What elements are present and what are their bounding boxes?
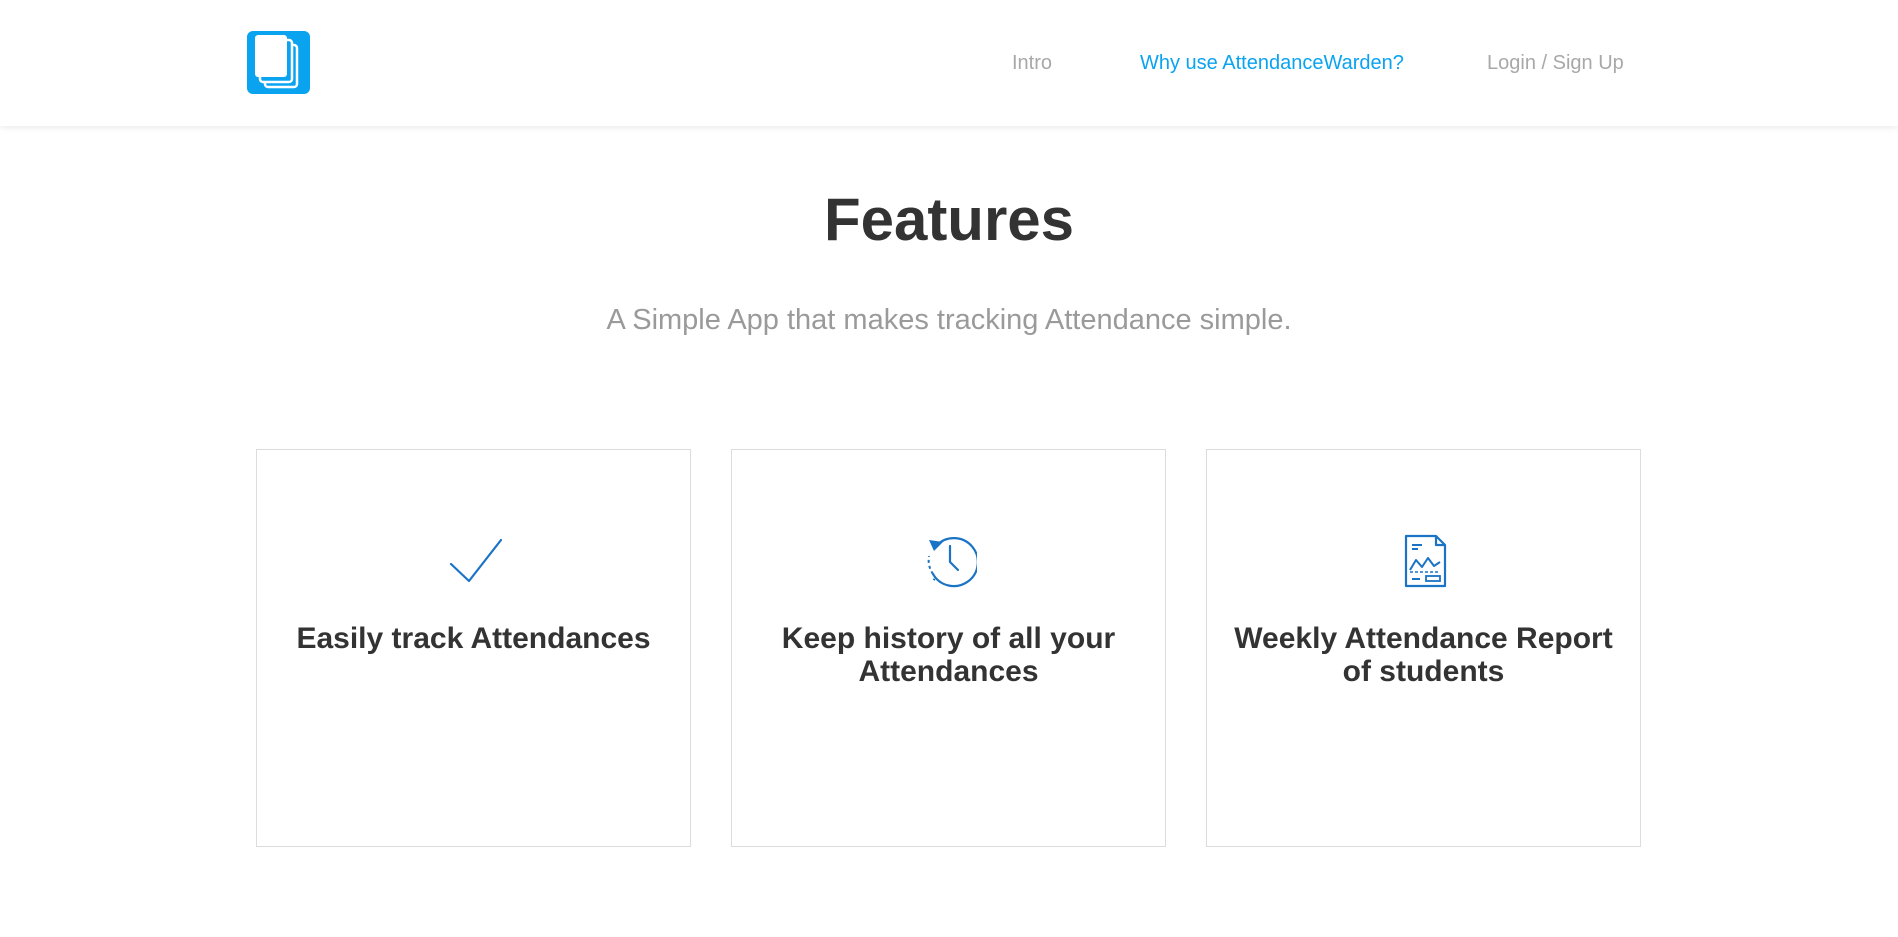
page-subtitle: A Simple App that makes tracking Attenda… — [606, 304, 1292, 336]
feature-title: Easily track Attendances — [296, 622, 651, 655]
nav-link-why-use[interactable]: Why use AttendanceWarden? — [1140, 50, 1404, 76]
stacked-documents-icon — [255, 35, 299, 89]
feature-card-track: Easily track Attendances — [256, 449, 691, 847]
nav-link-intro[interactable]: Intro — [1012, 50, 1052, 76]
feature-title: Weekly Attendance Report of students — [1234, 622, 1613, 688]
feature-title: Keep history of all your Attendances — [781, 622, 1116, 688]
history-clock-icon — [927, 537, 977, 588]
app-logo[interactable] — [247, 31, 310, 94]
nav-link-login-signup[interactable]: Login / Sign Up — [1487, 50, 1624, 76]
report-document-icon — [1404, 534, 1447, 588]
checkmark-icon — [449, 538, 502, 583]
feature-card-history: Keep history of all your Attendances — [731, 449, 1166, 847]
feature-card-report: Weekly Attendance Report of students — [1206, 449, 1641, 847]
top-navbar: Intro Why use AttendanceWarden? Login / … — [0, 0, 1898, 126]
page-title: Features — [823, 186, 1075, 253]
